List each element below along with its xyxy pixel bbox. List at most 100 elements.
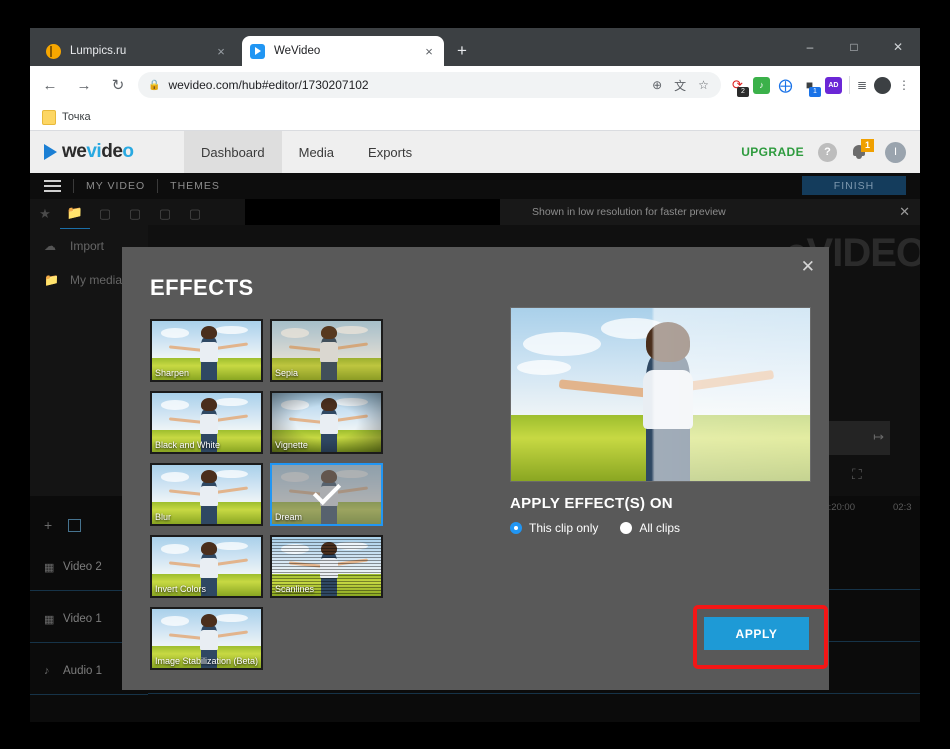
apply-button[interactable]: APPLY	[704, 617, 809, 650]
bookmark-star-icon[interactable]: ☆	[698, 78, 709, 92]
browser-tab-lumpics[interactable]: Lumpics.ru ×	[38, 36, 236, 66]
media-audio-icon[interactable]: ▢	[120, 199, 150, 229]
effect-item-black-and-white[interactable]: Black and White	[150, 391, 263, 454]
bookmarks-bar: Точка	[30, 104, 920, 131]
new-tab-button[interactable]: +	[452, 41, 472, 61]
effect-item-vignette[interactable]: Vignette	[270, 391, 383, 454]
recorder-extension-icon[interactable]: ⟳ 2	[728, 76, 749, 97]
wevideo-header: wevideo Dashboard Media Exports UPGRADE …	[30, 131, 920, 173]
media-video-icon[interactable]: ▢	[90, 199, 120, 229]
help-icon[interactable]: ?	[818, 142, 837, 162]
extension-badge: 2	[736, 86, 749, 97]
effect-label: Scanlines	[275, 584, 315, 594]
extensions-area: ⟳ 2 ♪ ⨁ ■ 1 AD ≣ ⋮	[728, 76, 920, 97]
user-avatar[interactable]: I	[885, 141, 906, 163]
set-out-point-icon[interactable]: ↦	[873, 429, 884, 445]
effect-label: Vignette	[275, 440, 308, 450]
lock-icon: 🔒	[148, 79, 161, 91]
effect-label: Invert Colors	[155, 584, 207, 594]
maximize-icon[interactable]: □	[832, 28, 876, 66]
minimize-icon[interactable]: –	[788, 28, 832, 66]
reload-icon[interactable]: ↻	[104, 71, 132, 99]
adblock-extension-icon[interactable]: AD	[824, 76, 842, 94]
effect-item-image-stabilization[interactable]: Image Stabilization (Beta)	[150, 607, 263, 670]
effect-item-blur[interactable]: Blur	[150, 463, 263, 526]
browser-menu-icon[interactable]: ⋮	[898, 78, 910, 92]
logo-de: de	[101, 141, 123, 162]
url-text: wevideo.com/hub#editor/1730207102	[168, 78, 369, 92]
cloud-upload-icon: ☁	[44, 239, 56, 253]
browser-tab-wevideo[interactable]: WeVideo ×	[242, 36, 444, 66]
notifications-bell-icon[interactable]: 1	[851, 139, 874, 162]
effect-item-dream[interactable]: Dream	[270, 463, 383, 526]
globe-extension-icon[interactable]: ⨁	[776, 76, 794, 94]
nav-exports[interactable]: Exports	[351, 131, 429, 173]
editor-toolbar: MY VIDEO THEMES FINISH	[30, 173, 920, 199]
track-label: Video 2	[63, 561, 102, 573]
tab-themes[interactable]: THEMES	[170, 180, 220, 192]
apply-effects-heading: APPLY EFFECT(S) ON	[510, 495, 673, 512]
effect-item-invert-colors[interactable]: Invert Colors	[150, 535, 263, 598]
notification-count: 1	[861, 139, 874, 152]
forward-icon[interactable]: →	[70, 71, 98, 99]
bookmark-folder-icon	[42, 109, 56, 125]
back-icon[interactable]: ←	[36, 71, 64, 99]
modal-close-icon[interactable]: ✕	[801, 257, 815, 277]
sidebar-item-label: My media	[70, 273, 123, 287]
translate-icon[interactable]: 文	[674, 77, 686, 94]
finish-button[interactable]: FINISH	[802, 176, 906, 195]
effects-grid: Sharpen Sepia Black and White Vignette B…	[150, 319, 390, 679]
duplicate-icon[interactable]	[68, 518, 82, 532]
notice-text: Shown in low resolution for faster previ…	[532, 206, 726, 218]
effect-label: Sepia	[275, 368, 299, 378]
tab-close-icon[interactable]: ×	[422, 44, 436, 59]
window-controls: – □ ✕	[788, 28, 920, 66]
effects-modal: ✕ EFFECTS Sharpen Sepia Black and White	[122, 247, 829, 690]
tab-my-video[interactable]: MY VIDEO	[86, 180, 145, 192]
radio-dot-icon	[620, 522, 633, 534]
radio-all-clips[interactable]: All clips	[620, 521, 680, 535]
logo-vi: vi	[86, 141, 102, 162]
radio-dot-icon	[510, 522, 522, 534]
effect-item-sharpen[interactable]: Sharpen	[150, 319, 263, 382]
fullscreen-icon[interactable]: ⛶	[852, 466, 862, 483]
folder-icon[interactable]: 📁	[60, 198, 90, 230]
bookmark-tochka[interactable]: Точка	[42, 109, 91, 125]
logo-o: o	[122, 141, 134, 162]
screen-frame: Lumpics.ru × WeVideo × + – □ ✕ ← → ↻ 🔒 w…	[0, 0, 950, 749]
video-track-icon: ▦	[44, 613, 55, 626]
preview-resolution-notice: Shown in low resolution for faster previ…	[500, 199, 920, 225]
extension-badge: 1	[808, 86, 821, 97]
notice-close-icon[interactable]: ✕	[899, 204, 910, 220]
share-icon[interactable]: ⊕	[652, 78, 662, 92]
music-extension-icon[interactable]: ♪	[752, 76, 770, 94]
profile-avatar[interactable]	[874, 76, 891, 94]
ruler-tick: 02:3	[893, 502, 912, 513]
nav-dashboard[interactable]: Dashboard	[184, 131, 282, 173]
address-bar[interactable]: 🔒 wevideo.com/hub#editor/1730207102 ⊕ 文 …	[138, 72, 721, 98]
play-triangle-icon	[44, 144, 57, 160]
upgrade-button[interactable]: UPGRADE	[741, 145, 804, 159]
track-label: Audio 1	[63, 665, 103, 677]
close-window-icon[interactable]: ✕	[876, 28, 920, 66]
effect-item-scanlines[interactable]: Scanlines	[270, 535, 383, 598]
wevideo-icon	[250, 43, 265, 59]
browser-window: Lumpics.ru × WeVideo × + – □ ✕ ← → ↻ 🔒 w…	[30, 28, 920, 722]
tab-close-icon[interactable]: ×	[214, 44, 228, 59]
toolbar-divider	[848, 76, 850, 94]
wevideo-logo[interactable]: wevideo	[44, 141, 184, 163]
sidebar-item-label: Import	[70, 239, 105, 253]
effect-item-sepia[interactable]: Sepia	[270, 319, 383, 382]
star-icon[interactable]: ★	[30, 199, 60, 229]
track-label: Video 1	[63, 613, 102, 625]
reading-list-icon[interactable]: ≣	[857, 78, 867, 92]
radio-this-clip-only[interactable]: This clip only	[510, 521, 598, 535]
menu-hamburger-icon[interactable]	[44, 177, 61, 195]
box-extension-icon[interactable]: ■ 1	[800, 76, 821, 97]
effect-label: Dream	[275, 512, 303, 522]
bookmark-label: Точка	[62, 111, 91, 123]
browser-titlebar: Lumpics.ru × WeVideo × + – □ ✕	[30, 28, 920, 66]
logo-we: we	[62, 141, 87, 162]
add-track-icon[interactable]: +	[44, 517, 52, 533]
nav-media[interactable]: Media	[282, 131, 351, 173]
